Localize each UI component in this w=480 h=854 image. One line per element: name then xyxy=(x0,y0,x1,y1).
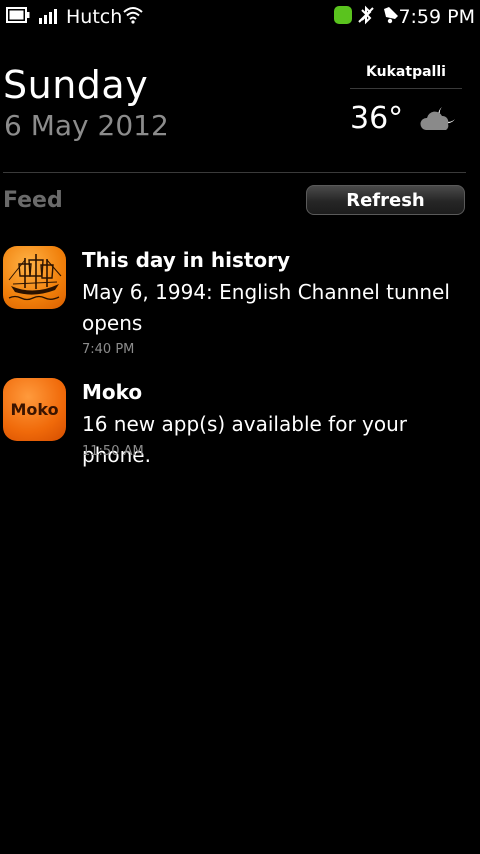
status-bar[interactable]: Hutch 7:59 PM xyxy=(0,0,480,34)
partly-cloudy-night-icon xyxy=(418,104,458,134)
history-ship-icon xyxy=(3,246,66,309)
feed-heading: Feed xyxy=(3,188,63,213)
feed-item-time: 11:50 AM xyxy=(82,444,144,459)
weather-divider xyxy=(350,88,462,89)
day-name: Sunday xyxy=(3,63,149,107)
bluetooth-off-icon xyxy=(356,5,376,25)
moko-icon-text: Moko xyxy=(10,400,59,419)
status-clock: 7:59 PM xyxy=(398,6,475,28)
weather-temperature: 36° xyxy=(350,101,404,136)
feed-item-body: May 6, 1994: English Channel tunnel open… xyxy=(82,280,450,335)
feed-item[interactable]: This day in history May 6, 1994: English… xyxy=(0,244,480,364)
signal-icon xyxy=(38,8,60,24)
feed-item-title: This day in history xyxy=(82,248,291,272)
feed-item-body: 16 new app(s) available for your phone. xyxy=(82,412,407,467)
feed-item-title: Moko xyxy=(82,380,143,404)
moko-icon: Moko xyxy=(3,378,66,441)
refresh-button[interactable]: Refresh xyxy=(306,185,465,215)
full-date: 6 May 2012 xyxy=(4,109,169,142)
battery-icon xyxy=(6,7,30,23)
feed-item[interactable]: Moko Moko 16 new app(s) available for yo… xyxy=(0,376,480,467)
feed-item-time: 7:40 PM xyxy=(82,342,135,357)
header-divider xyxy=(3,172,466,173)
app-running-icon xyxy=(334,6,352,24)
weather-location: Kukatpalli xyxy=(366,64,446,80)
carrier-name: Hutch xyxy=(66,6,123,28)
wifi-icon xyxy=(123,6,143,24)
